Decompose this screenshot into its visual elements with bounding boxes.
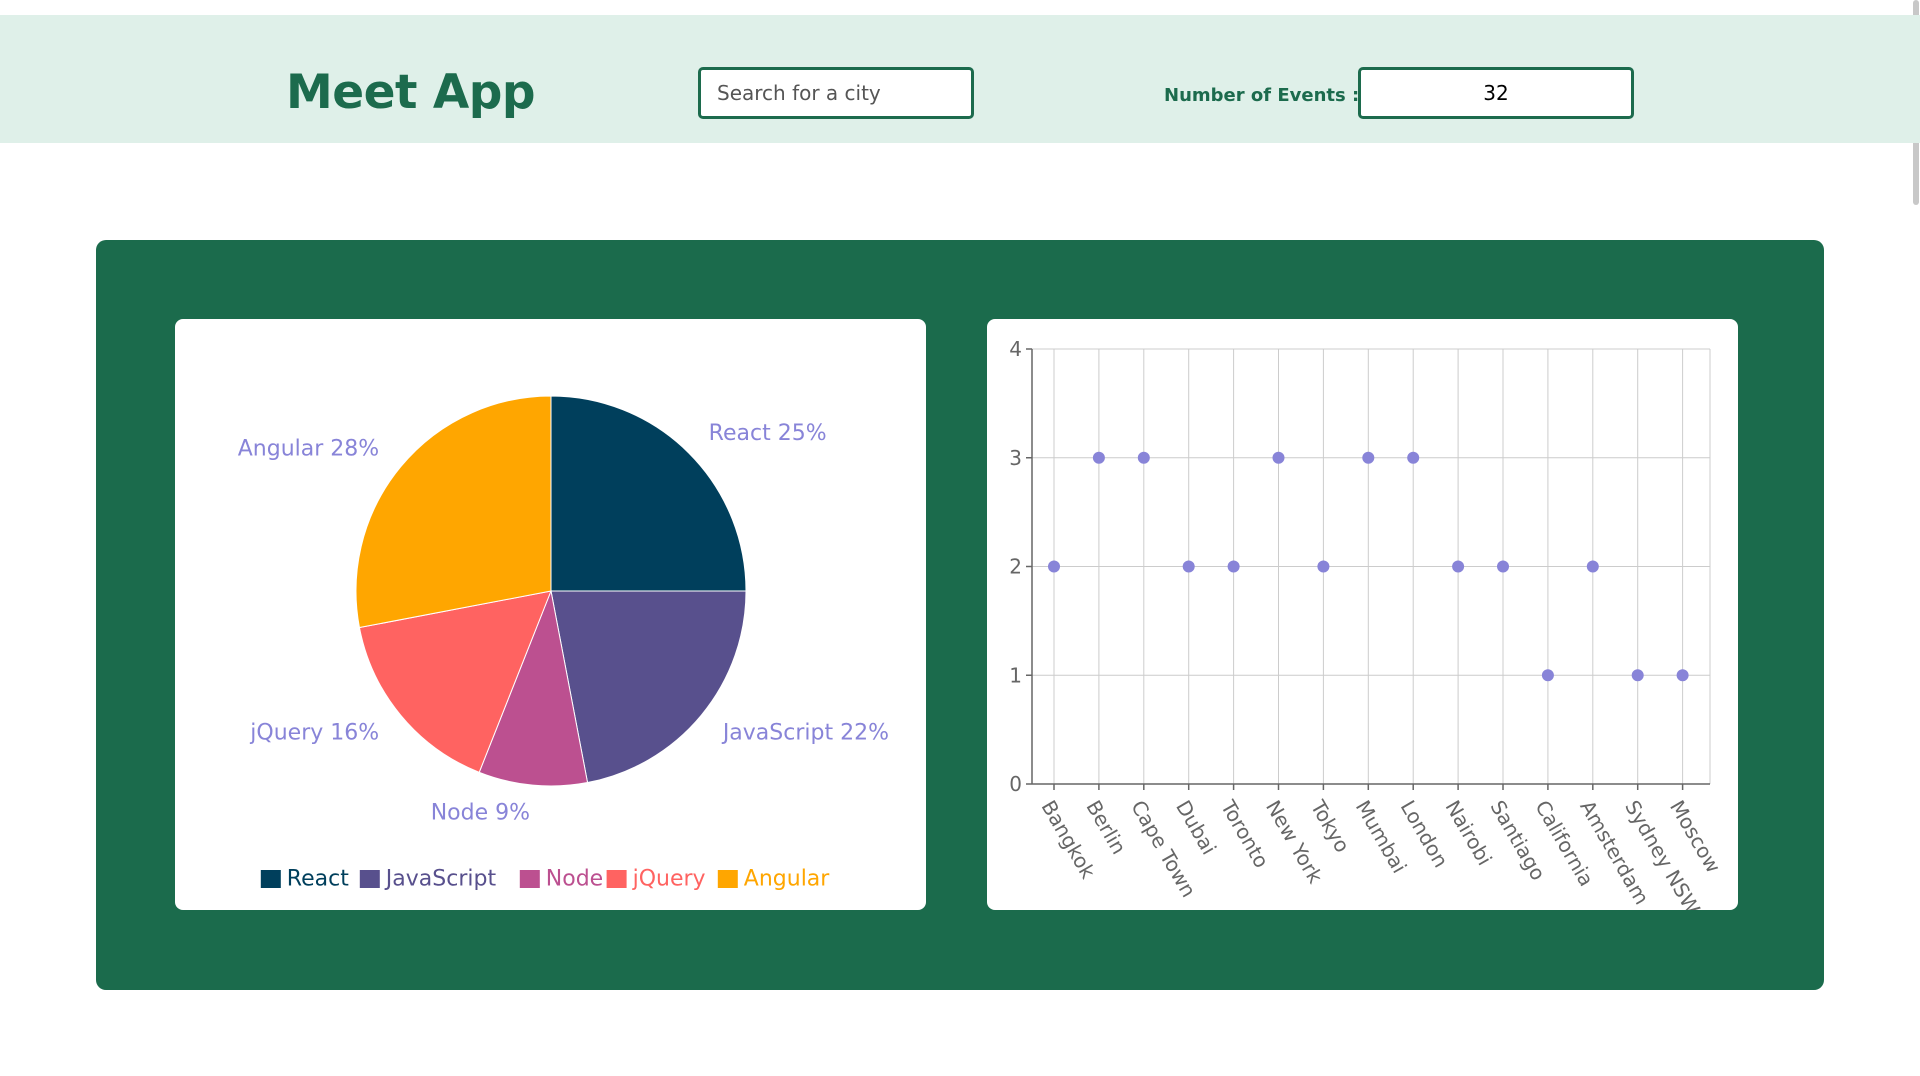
y-tick-label: 1 (1009, 663, 1022, 687)
app-header: Meet App Number of Events : (0, 15, 1920, 143)
scatter-point-london[interactable] (1407, 451, 1420, 464)
number-of-events-input[interactable] (1358, 67, 1634, 119)
y-tick-label: 4 (1009, 337, 1022, 361)
y-tick-label: 2 (1009, 555, 1022, 579)
legend-swatch-javascript (359, 870, 380, 888)
pie-legend: React JavaScript Node jQuery Angular (260, 867, 830, 892)
pie-label-javascript: JavaScript 22% (721, 721, 889, 746)
scatter-point-tokyo[interactable] (1317, 560, 1330, 573)
events-scatter-chart-card: 0 1 2 3 4 Bangkok Berlin Cape Town Dubai Toronto N… (987, 319, 1738, 910)
y-tick-label: 3 (1009, 446, 1022, 470)
scatter-point-berlin[interactable] (1092, 451, 1105, 464)
app-title: Meet App (286, 65, 536, 120)
number-of-events-label: Number of Events : (1164, 85, 1360, 106)
legend-swatch-jquery (606, 870, 627, 888)
legend-swatch-angular (717, 870, 738, 888)
events-scatter-chart: 01234BangkokBerlinCape TownDubaiTorontoN… (1009, 337, 1725, 910)
scatter-point-dubai[interactable] (1182, 560, 1195, 573)
scatter-point-moscow[interactable] (1676, 669, 1689, 682)
scatter-grid (1032, 348, 1711, 785)
pie-label-angular: Angular 28% (238, 436, 379, 461)
legend-item-jquery[interactable]: jQuery (632, 867, 706, 892)
scatter-point-santiago[interactable] (1497, 560, 1510, 573)
scatter-point-sydney-nsw[interactable] (1631, 669, 1644, 682)
scatter-point-new-york[interactable] (1272, 451, 1285, 464)
pie-slice-angular[interactable] (355, 395, 552, 629)
legend-item-javascript[interactable]: JavaScript (384, 867, 497, 892)
genre-pie-chart-card: React 25% JavaScript 22% Node 9% jQuery 16%… (175, 319, 926, 910)
genre-pie-chart: React 25% JavaScript 22% Node 9% jQuery 16%… (238, 395, 889, 892)
top-strip (0, 0, 1920, 15)
pie-label-jquery: jQuery 16% (249, 721, 379, 746)
x-tick-label: Tokyo (1305, 795, 1354, 856)
y-tick-label: 0 (1009, 772, 1022, 796)
scatter-point-bangkok[interactable] (1048, 560, 1060, 573)
scatter-point-toronto[interactable] (1227, 560, 1240, 573)
city-search-input[interactable] (698, 67, 974, 119)
scatter-point-amsterdam[interactable] (1586, 560, 1599, 573)
scatter-point-nairobi[interactable] (1452, 560, 1465, 573)
scatter-point-mumbai[interactable] (1362, 451, 1375, 464)
pie-label-react: React 25% (709, 421, 827, 446)
scatter-point-cape-town[interactable] (1137, 451, 1150, 464)
legend-item-react[interactable]: React (287, 867, 349, 892)
pie-label-node: Node 9% (431, 801, 530, 826)
legend-item-angular[interactable]: Angular (744, 867, 830, 892)
legend-item-node[interactable]: Node (546, 867, 603, 892)
legend-swatch-react (260, 870, 281, 888)
legend-swatch-node (519, 870, 540, 888)
scatter-point-california[interactable] (1541, 669, 1554, 682)
